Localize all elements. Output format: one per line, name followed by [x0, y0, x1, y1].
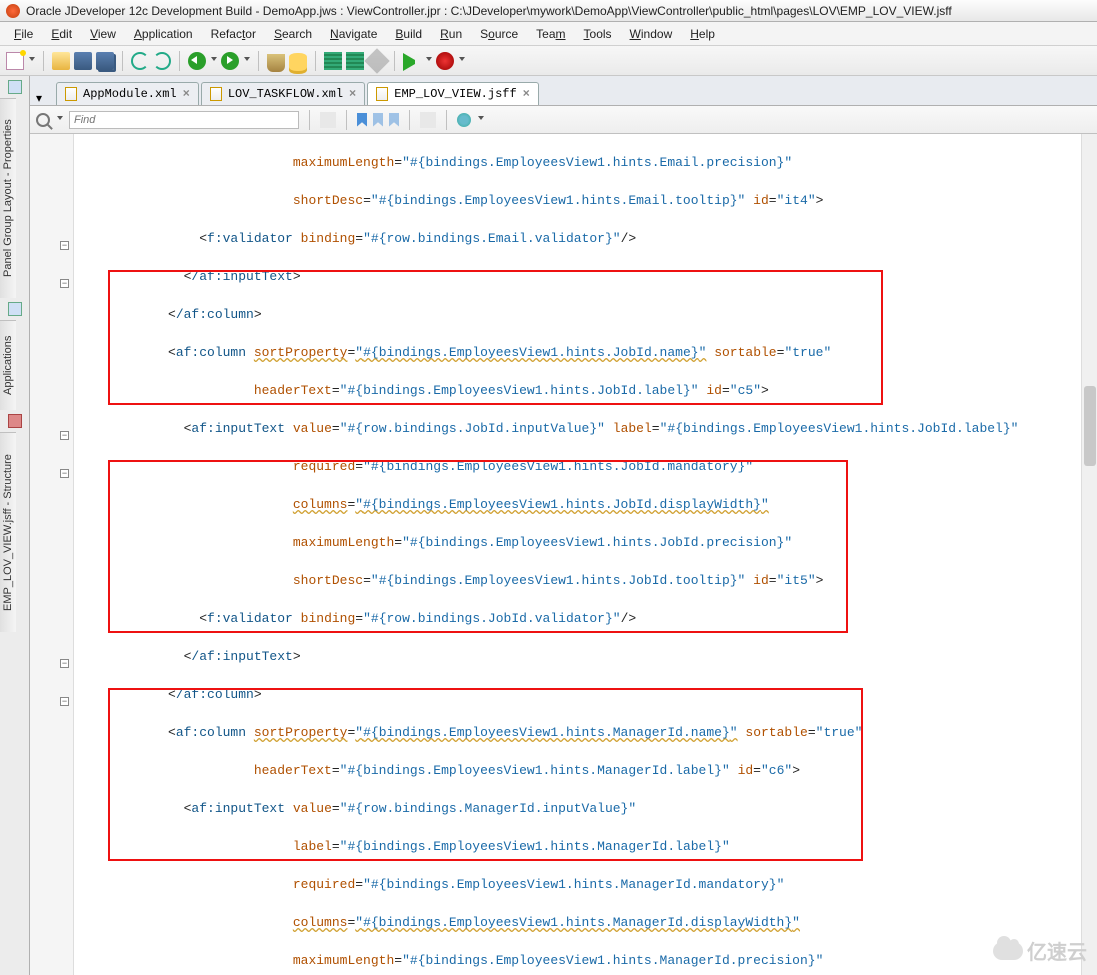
- forward-dropdown-icon[interactable]: [244, 57, 250, 61]
- separator: [122, 51, 123, 71]
- bookmark-icon[interactable]: [357, 113, 367, 127]
- back-dropdown-icon[interactable]: [211, 57, 217, 61]
- main-toolbar: [0, 46, 1097, 76]
- preview-dropdown-icon[interactable]: [478, 116, 484, 120]
- debug-button[interactable]: [436, 52, 454, 70]
- make-button[interactable]: [324, 52, 342, 70]
- file-icon: [65, 87, 77, 101]
- close-icon[interactable]: ×: [183, 87, 190, 101]
- components-button[interactable]: [267, 54, 285, 72]
- fold-toggle[interactable]: −: [60, 279, 69, 288]
- cancel-build-button: [364, 48, 389, 73]
- fold-toggle[interactable]: −: [60, 241, 69, 250]
- properties-tab[interactable]: Panel Group Layout - Properties: [0, 98, 16, 298]
- database-button[interactable]: [289, 53, 307, 71]
- structure-tab[interactable]: EMP_LOV_VIEW.jsff - Structure: [0, 432, 16, 632]
- separator: [179, 51, 180, 71]
- cloud-icon: [993, 942, 1023, 960]
- find-input[interactable]: [69, 111, 299, 129]
- tab-label: AppModule.xml: [83, 87, 177, 101]
- close-icon[interactable]: ×: [349, 87, 356, 101]
- next-bookmark-icon[interactable]: [389, 113, 399, 127]
- watermark-text: 亿速云: [1027, 936, 1087, 965]
- properties-icon[interactable]: [8, 80, 22, 94]
- watermark: 亿速云: [993, 936, 1087, 965]
- menu-run[interactable]: Run: [432, 25, 470, 43]
- editor-tabs: ▾ AppModule.xml × LOV_TASKFLOW.xml × EMP_L…: [30, 76, 1097, 106]
- separator: [409, 110, 410, 130]
- save-all-button[interactable]: [96, 52, 114, 70]
- rebuild-button[interactable]: [346, 52, 364, 70]
- window-title: Oracle JDeveloper 12c Development Build …: [26, 4, 952, 18]
- undo-button[interactable]: [131, 52, 149, 70]
- menu-source[interactable]: Source: [472, 25, 526, 43]
- editor-gutter: − − − − − −: [30, 134, 74, 975]
- menu-application[interactable]: Application: [126, 25, 201, 43]
- prev-bookmark-icon[interactable]: [373, 113, 383, 127]
- close-icon[interactable]: ×: [523, 87, 530, 101]
- browser-preview-icon[interactable]: [457, 113, 471, 127]
- nav-back-button[interactable]: [188, 52, 206, 70]
- menu-build[interactable]: Build: [387, 25, 430, 43]
- menu-help[interactable]: Help: [682, 25, 723, 43]
- separator: [309, 110, 310, 130]
- redo-button[interactable]: [153, 52, 171, 70]
- tab-emplovview[interactable]: EMP_LOV_VIEW.jsff ×: [367, 82, 539, 105]
- separator: [446, 110, 447, 130]
- separator: [394, 51, 395, 71]
- debug-dropdown-icon[interactable]: [459, 57, 465, 61]
- tab-label: LOV_TASKFLOW.xml: [228, 87, 343, 101]
- new-dropdown-icon[interactable]: [29, 57, 35, 61]
- applications-tab[interactable]: Applications: [0, 320, 16, 410]
- menu-edit[interactable]: Edit: [43, 25, 80, 43]
- menu-tools[interactable]: Tools: [576, 25, 620, 43]
- menu-window[interactable]: Window: [622, 25, 681, 43]
- menu-refactor[interactable]: Refactor: [203, 25, 264, 43]
- menu-file[interactable]: File: [6, 25, 41, 43]
- file-icon: [376, 87, 388, 101]
- run-dropdown-icon[interactable]: [426, 57, 432, 61]
- left-sidebar: Panel Group Layout - Properties Applicat…: [0, 76, 30, 975]
- tab-lovtaskflow[interactable]: LOV_TASKFLOW.xml ×: [201, 82, 365, 105]
- new-button[interactable]: [6, 52, 24, 70]
- tab-label: EMP_LOV_VIEW.jsff: [394, 87, 516, 101]
- separator: [315, 51, 316, 71]
- block-select-button[interactable]: [320, 112, 336, 128]
- menubar: File Edit View Application Refactor Sear…: [0, 22, 1097, 46]
- fold-toggle[interactable]: −: [60, 659, 69, 668]
- tab-appmodule[interactable]: AppModule.xml ×: [56, 82, 199, 105]
- separator: [43, 51, 44, 71]
- app-icon: [6, 4, 20, 18]
- vertical-scrollbar[interactable]: [1081, 134, 1097, 975]
- menu-search[interactable]: Search: [266, 25, 320, 43]
- find-toolbar: [30, 106, 1097, 134]
- show-whitespace-button[interactable]: [420, 112, 436, 128]
- fold-toggle[interactable]: −: [60, 697, 69, 706]
- structure-icon[interactable]: [8, 414, 22, 428]
- nav-forward-button[interactable]: [221, 52, 239, 70]
- save-button[interactable]: [74, 52, 92, 70]
- fold-toggle[interactable]: −: [60, 469, 69, 478]
- menu-view[interactable]: View: [82, 25, 124, 43]
- code-editor[interactable]: − − − − − − maximumLength="#{bindings.Em…: [30, 134, 1097, 975]
- separator: [346, 110, 347, 130]
- menu-team[interactable]: Team: [528, 25, 573, 43]
- code-content[interactable]: maximumLength="#{bindings.EmployeesView1…: [90, 134, 1097, 975]
- search-dropdown-icon[interactable]: [57, 116, 63, 120]
- menu-navigate[interactable]: Navigate: [322, 25, 385, 43]
- run-button[interactable]: [403, 53, 421, 71]
- applications-icon[interactable]: [8, 302, 22, 316]
- search-icon[interactable]: [36, 113, 50, 127]
- file-icon: [210, 87, 222, 101]
- window-titlebar: Oracle JDeveloper 12c Development Build …: [0, 0, 1097, 22]
- fold-toggle[interactable]: −: [60, 431, 69, 440]
- tab-list-icon[interactable]: ▾: [36, 91, 50, 105]
- open-button[interactable]: [52, 52, 70, 70]
- separator: [258, 51, 259, 71]
